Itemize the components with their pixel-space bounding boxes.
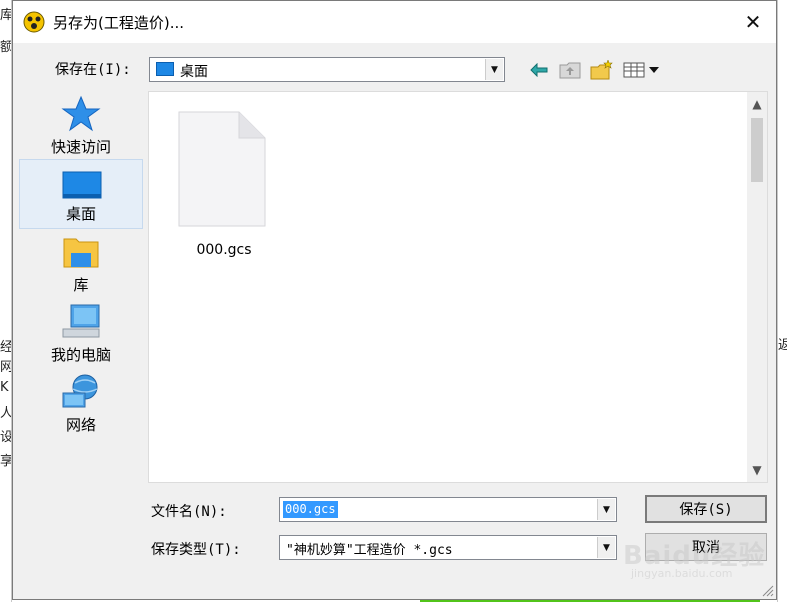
back-arrow-icon [530,63,548,77]
close-icon: ✕ [744,10,762,34]
background-right-strip: 返 [777,0,787,602]
watermark-url: jingyan.baidu.com [631,567,733,580]
file-type-label: 保存类型(T): [151,542,241,558]
up-folder-icon [559,62,581,79]
bg-char: 人 [0,406,12,421]
bg-char: 返 [778,334,787,353]
view-menu-icon [623,62,659,78]
document-icon [178,111,266,227]
library-icon [63,238,99,268]
save-button[interactable]: 保存(S) [645,495,767,523]
file-name-value: 000.gcs [283,501,338,518]
vertical-scrollbar[interactable]: ▲ ▼ [747,92,767,482]
save-in-dropdown[interactable]: 桌面 ▼ [149,57,505,82]
place-label: 桌面 [65,205,96,223]
network-icon [62,374,98,408]
bg-char: 额 [0,40,12,55]
place-quick-access[interactable]: 快速访问 [19,91,143,161]
chevron-down-icon[interactable]: ▼ [597,537,615,558]
file-item[interactable]: 000.gcs [177,110,271,270]
bg-char: 网 [0,360,12,375]
close-button[interactable]: ✕ [730,1,776,43]
desktop-icon [62,171,102,199]
place-library[interactable]: 库 [19,229,143,299]
place-my-computer[interactable]: 我的电脑 [19,299,143,369]
save-in-label: 保存在(I): [55,62,131,78]
resize-grip-icon[interactable] [760,583,774,597]
place-network[interactable]: 网络 [19,369,143,439]
bg-char: K [0,380,9,395]
new-folder-button[interactable] [589,57,615,83]
title-bar[interactable]: 另存为(工程造价)... ✕ [13,1,776,43]
places-bar: 快速访问 桌面 库 我的电脑 网络 [19,91,143,443]
file-list-view[interactable]: 000.gcs ▲ ▼ [148,91,768,483]
app-logo-icon [23,11,45,33]
background-left-strip: 库 额 经 网 K 人 设 享 [0,0,12,602]
bg-char: 设 [0,430,12,445]
save-as-dialog: 另存为(工程造价)... ✕ 保存在(I): 桌面 ▼ 快速访问 桌面 库 我的… [12,0,777,600]
scrollbar-thumb[interactable] [751,118,763,182]
window-title: 另存为(工程造价)... [53,14,185,32]
up-folder-button[interactable] [557,57,583,83]
star-icon [61,95,101,132]
place-label: 库 [73,276,89,294]
place-label: 网络 [65,416,96,434]
file-name-label: 文件名(N): [151,504,227,520]
desktop-folder-icon [156,62,174,76]
new-folder-icon [590,60,613,80]
place-desktop[interactable]: 桌面 [19,159,143,229]
bg-char: 享 [0,454,12,469]
chevron-up-icon[interactable]: ▲ [747,94,767,114]
file-type-dropdown[interactable]: "神机妙算"工程造价 *.gcs ▼ [279,535,617,560]
computer-icon [62,304,100,338]
chevron-down-icon[interactable]: ▼ [747,460,767,480]
file-type-value: "神机妙算"工程造价 *.gcs [286,543,453,558]
bg-char: 经 [0,340,12,355]
bg-char: 库 [0,8,12,23]
place-label: 我的电脑 [50,346,111,364]
file-name-input[interactable]: 000.gcs ▼ [279,497,617,522]
file-name: 000.gcs [196,242,252,258]
place-label: 快速访问 [50,138,111,156]
view-menu-button[interactable] [621,57,665,83]
save-in-value: 桌面 [180,64,208,80]
cancel-button[interactable]: 取消 [645,533,767,561]
back-button[interactable] [527,57,551,83]
chevron-down-icon[interactable]: ▼ [597,499,615,520]
chevron-down-icon[interactable]: ▼ [485,59,503,80]
